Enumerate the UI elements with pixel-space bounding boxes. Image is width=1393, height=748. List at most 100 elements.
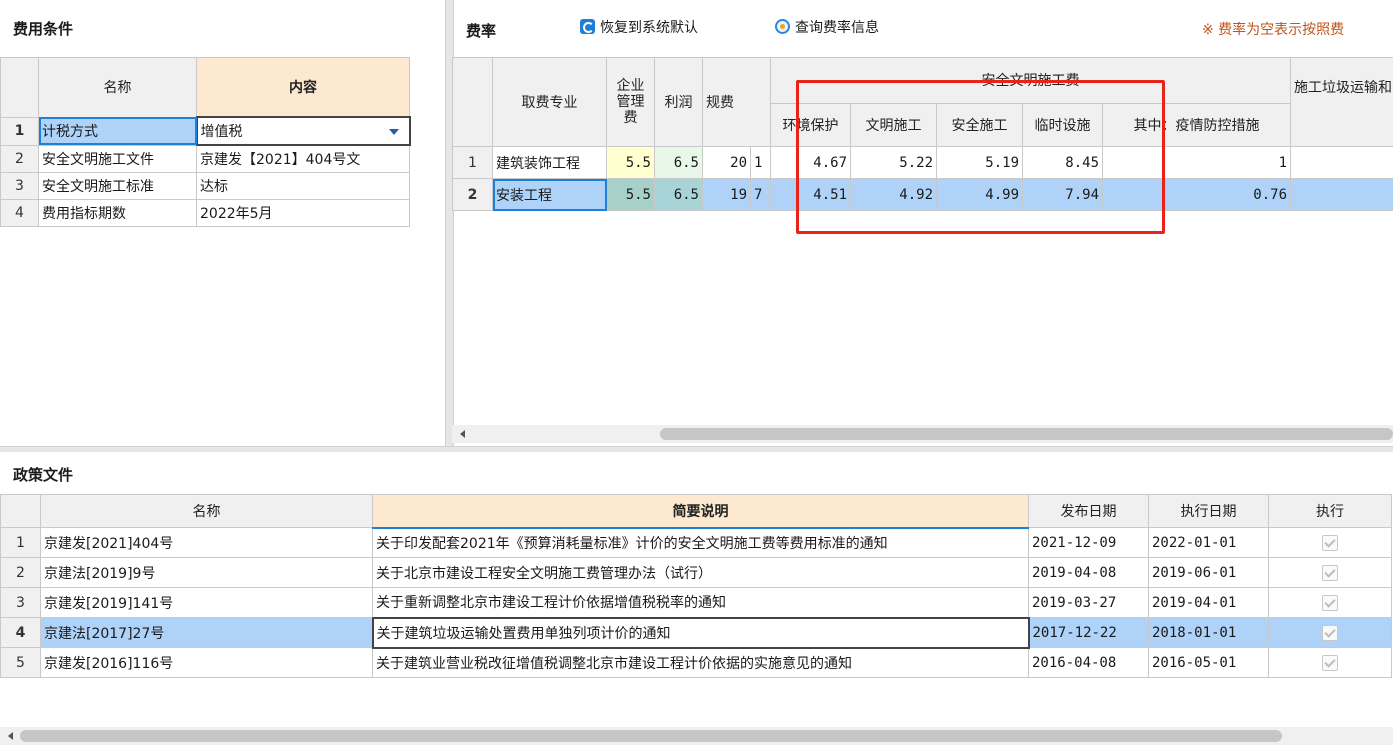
execute-checkbox[interactable]	[1322, 534, 1338, 551]
policy-scroll-thumb[interactable]	[20, 730, 1282, 742]
cell-safe[interactable]: 4.99	[936, 178, 1023, 211]
cell-doc-name[interactable]: 京建发[2019]141号	[40, 587, 373, 618]
col-header-mgmt-fee[interactable]: 企业管理费	[606, 57, 655, 147]
col-header-description[interactable]: 简要说明	[372, 494, 1029, 529]
cell-content[interactable]: 2022年5月	[196, 199, 410, 227]
rate-scroll-thumb[interactable]	[660, 428, 1393, 440]
policy-title: 政策文件	[13, 466, 74, 484]
cell-name[interactable]: 安全文明施工文件	[38, 144, 197, 173]
panel-splitter-horizontal[interactable]	[0, 446, 1393, 452]
table-row[interactable]: 2 京建法[2019]9号 关于北京市建设工程安全文明施工费管理办法（试行） 2…	[0, 557, 1392, 588]
col-header-profit[interactable]: 利润	[654, 57, 703, 147]
execute-checkbox[interactable]	[1322, 624, 1338, 641]
cell-exec-date[interactable]: 2019-06-01	[1148, 557, 1269, 588]
execute-checkbox[interactable]	[1322, 564, 1338, 581]
col-header-name[interactable]: 名称	[38, 57, 197, 118]
cell-doc-name[interactable]: 京建发[2021]404号	[40, 527, 373, 558]
cell-doc-name[interactable]: 京建法[2019]9号	[40, 557, 373, 588]
table-row[interactable]: 4 费用指标期数 2022年5月	[0, 199, 410, 227]
cell-execute[interactable]	[1268, 587, 1392, 618]
cell-execute[interactable]	[1268, 557, 1392, 588]
table-row[interactable]: 1 京建发[2021]404号 关于印发配套2021年《预算消耗量标准》计价的安…	[0, 527, 1392, 558]
cell-temp[interactable]: 8.45	[1022, 146, 1103, 179]
col-header-content[interactable]: 内容	[196, 57, 410, 118]
scroll-left-arrow-icon[interactable]	[8, 732, 13, 740]
table-row[interactable]: 2 安装工程 5.5 6.5 19 7 4.51 4.92 4.99 7.94 …	[452, 178, 1393, 211]
cell-doc-desc[interactable]: 关于建筑业营业税改征增值税调整北京市建设工程计价依据的实施意见的通知	[372, 647, 1029, 678]
col-header-name[interactable]: 名称	[40, 494, 373, 528]
col-header-env-protection[interactable]: 环境保护	[770, 102, 851, 147]
cell-exec-date[interactable]: 2018-01-01	[1148, 617, 1269, 648]
col-header-execute[interactable]: 执行	[1268, 494, 1392, 528]
table-row[interactable]: 5 京建发[2016]116号 关于建筑业营业税改征增值税调整北京市建设工程计价…	[0, 647, 1392, 678]
col-header-waste-transport[interactable]: 施工垃圾运输和	[1290, 57, 1393, 147]
cell-exec-date[interactable]: 2022-01-01	[1148, 527, 1269, 558]
restore-default-button[interactable]: 恢复到系统默认	[580, 17, 698, 37]
col-header-safe-construction[interactable]: 安全施工	[936, 102, 1023, 147]
table-row[interactable]: 1 建筑装饰工程 5.5 6.5 20 1 4.67 5.22 5.19 8.4…	[452, 146, 1393, 179]
cell-regfee[interactable]: 19	[702, 178, 751, 211]
cell-epidemic[interactable]: 0.76	[1102, 178, 1291, 211]
cell-execute[interactable]	[1268, 647, 1392, 678]
cell-name[interactable]: 计税方式	[38, 116, 197, 146]
table-row[interactable]: 4 京建法[2017]27号 关于建筑垃圾运输处置费用单独列项计价的通知 201…	[0, 616, 1392, 649]
cell-doc-name[interactable]: 京建发[2016]116号	[40, 647, 373, 678]
cell-pub-date[interactable]: 2019-04-08	[1028, 557, 1149, 588]
table-row[interactable]: 3 京建发[2019]141号 关于重新调整北京市建设工程计价依据增值税税率的通…	[0, 587, 1392, 618]
cell-mgmt[interactable]: 5.5	[606, 178, 655, 211]
tax-method-dropdown[interactable]: 增值税	[195, 116, 411, 146]
cell-regfee-tail[interactable]: 1	[750, 146, 771, 179]
cell-mgmt[interactable]: 5.5	[606, 146, 655, 179]
cell-pub-date[interactable]: 2021-12-09	[1028, 527, 1149, 558]
cell-civil[interactable]: 5.22	[850, 146, 937, 179]
cell-content[interactable]: 达标	[196, 172, 410, 200]
cell-exec-date[interactable]: 2016-05-01	[1148, 647, 1269, 678]
col-header-civil-construction[interactable]: 文明施工	[850, 102, 937, 147]
cell-waste[interactable]	[1290, 146, 1393, 179]
cell-doc-desc[interactable]: 关于建筑垃圾运输处置费用单独列项计价的通知	[371, 616, 1030, 649]
policy-horizontal-scrollbar[interactable]	[0, 727, 1393, 745]
cell-temp[interactable]: 7.94	[1022, 178, 1103, 211]
cell-waste[interactable]	[1290, 178, 1393, 211]
cell-major[interactable]: 安装工程	[492, 178, 607, 211]
cell-epidemic[interactable]: 1	[1102, 146, 1291, 179]
cell-content[interactable]: 京建发【2021】404号文	[196, 144, 410, 173]
col-header-temp-facilities[interactable]: 临时设施	[1022, 102, 1103, 147]
table-row[interactable]: 2 安全文明施工文件 京建发【2021】404号文	[0, 144, 410, 173]
col-header-epidemic[interactable]: 其中：疫情防控措施	[1102, 102, 1291, 147]
cell-name[interactable]: 费用指标期数	[38, 199, 197, 227]
col-header-safety-group[interactable]: 安全文明施工费	[770, 57, 1291, 104]
cell-pub-date[interactable]: 2016-04-08	[1028, 647, 1149, 678]
cell-execute[interactable]	[1268, 527, 1392, 558]
cell-safe[interactable]: 5.19	[936, 146, 1023, 179]
cell-pub-date[interactable]: 2017-12-22	[1028, 617, 1149, 648]
execute-checkbox[interactable]	[1322, 654, 1338, 671]
chevron-down-icon[interactable]	[388, 129, 399, 135]
cell-doc-desc[interactable]: 关于印发配套2021年《预算消耗量标准》计价的安全文明施工费等费用标准的通知	[372, 527, 1029, 558]
cell-env[interactable]: 4.51	[770, 178, 851, 211]
cell-execute[interactable]	[1268, 617, 1392, 648]
cell-regfee-tail[interactable]: 7	[750, 178, 771, 211]
cell-exec-date[interactable]: 2019-04-01	[1148, 587, 1269, 618]
col-header-publish-date[interactable]: 发布日期	[1028, 494, 1149, 528]
execute-checkbox[interactable]	[1322, 594, 1338, 611]
col-header-regulatory-fee[interactable]: 规费	[702, 57, 771, 147]
cell-regfee[interactable]: 20	[702, 146, 751, 179]
rate-horizontal-scrollbar[interactable]	[452, 425, 1393, 443]
cell-profit[interactable]: 6.5	[654, 146, 703, 179]
cell-major[interactable]: 建筑装饰工程	[492, 146, 607, 179]
cell-doc-name[interactable]: 京建法[2017]27号	[40, 617, 373, 648]
scroll-left-arrow-icon[interactable]	[460, 430, 465, 438]
cell-env[interactable]: 4.67	[770, 146, 851, 179]
col-header-major[interactable]: 取费专业	[492, 57, 607, 147]
cell-pub-date[interactable]: 2019-03-27	[1028, 587, 1149, 618]
col-header-exec-date[interactable]: 执行日期	[1148, 494, 1269, 528]
query-rate-button[interactable]: 查询费率信息	[775, 17, 879, 37]
table-row[interactable]: 3 安全文明施工标准 达标	[0, 172, 410, 200]
cell-civil[interactable]: 4.92	[850, 178, 937, 211]
table-row[interactable]: 1 计税方式 增值税	[0, 116, 411, 146]
cell-doc-desc[interactable]: 关于北京市建设工程安全文明施工费管理办法（试行）	[372, 557, 1029, 588]
cell-profit[interactable]: 6.5	[654, 178, 703, 211]
cell-doc-desc[interactable]: 关于重新调整北京市建设工程计价依据增值税税率的通知	[372, 587, 1029, 618]
cell-name[interactable]: 安全文明施工标准	[38, 172, 197, 200]
